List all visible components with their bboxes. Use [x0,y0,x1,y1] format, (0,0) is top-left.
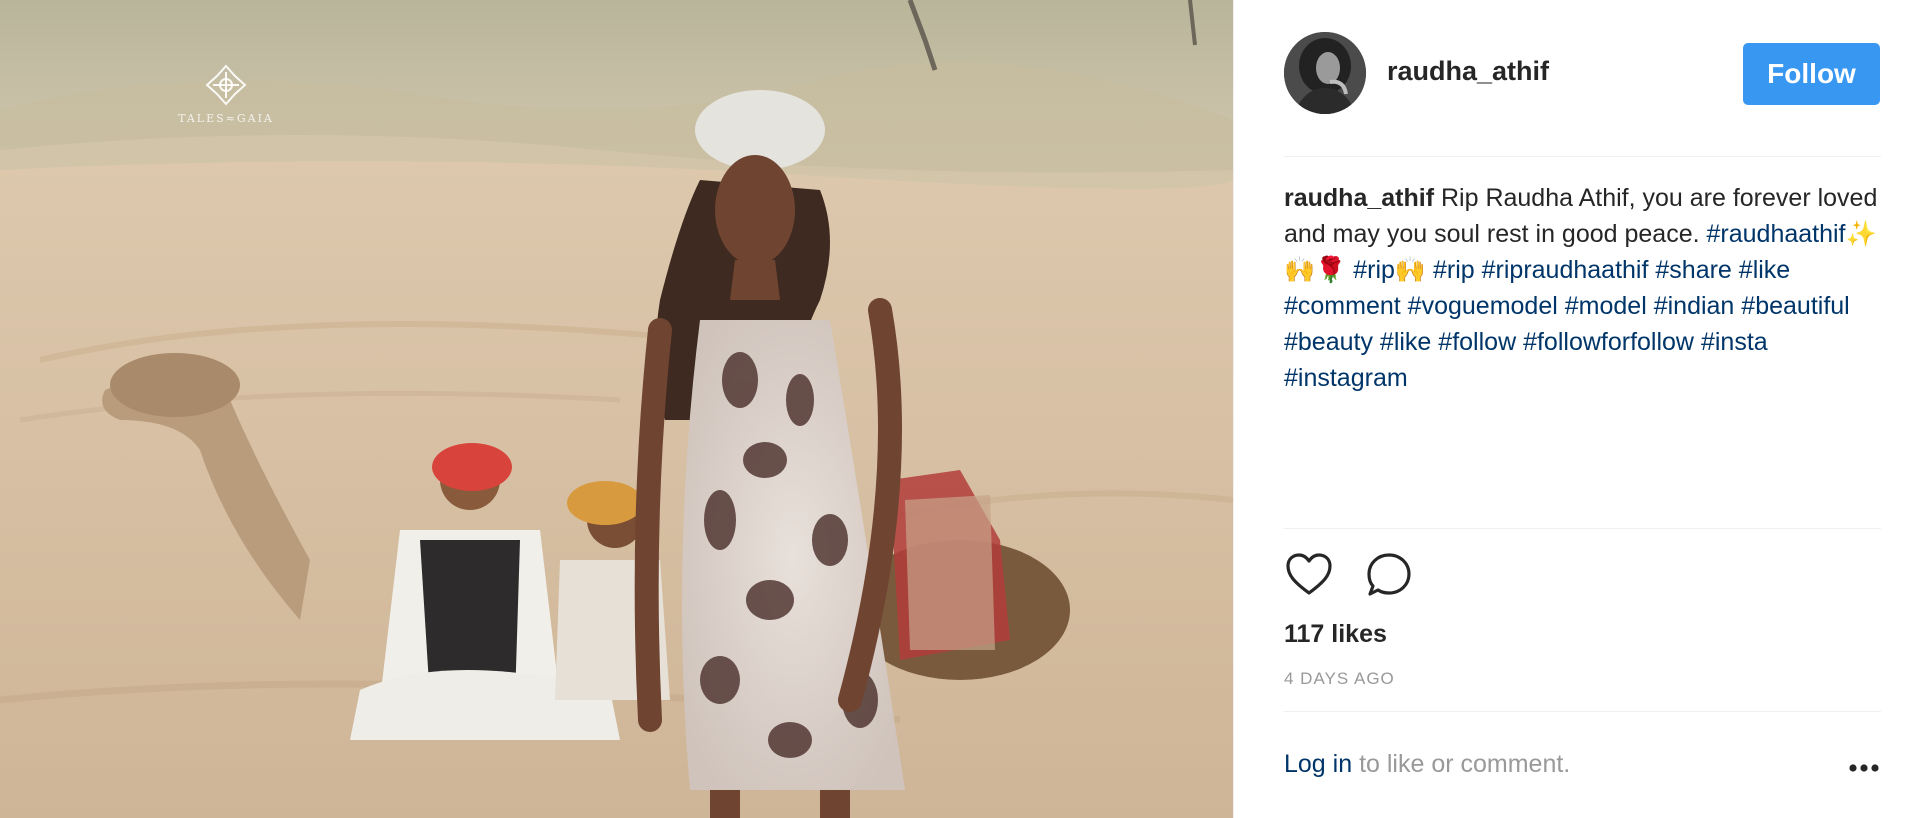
post-photo[interactable]: TALES≈GAIA [0,0,1233,818]
watermark-logo-icon [205,64,247,106]
more-options-icon[interactable] [1848,762,1880,774]
likes-count[interactable]: 117 likes [1284,620,1387,649]
caption-username[interactable]: raudha_athif [1284,184,1434,212]
hashtag-link[interactable]: #like [1380,328,1431,356]
hashtag-link[interactable]: #like [1739,256,1790,284]
post-caption: raudha_athif Rip Raudha Athif, you are f… [1284,180,1881,396]
profile-avatar[interactable] [1284,32,1366,114]
heart-icon[interactable] [1284,550,1334,600]
hashtag-link[interactable]: #comment [1284,292,1401,320]
post-actions [1284,550,1440,600]
hashtag-link[interactable]: #indian [1654,292,1735,320]
comment-icon[interactable] [1364,550,1414,600]
hashtag-link[interactable]: #beautiful [1741,292,1849,320]
login-prompt: Log in to like or comment. [1284,750,1881,779]
hashtag-link[interactable]: #instagram [1284,364,1408,392]
login-link[interactable]: Log in [1284,750,1352,778]
hashtag-link[interactable]: #model [1565,292,1647,320]
hashtag-link[interactable]: #insta [1701,328,1768,356]
follow-button[interactable]: Follow [1743,43,1880,105]
post-username[interactable]: raudha_athif [1387,56,1549,87]
footer-divider [1284,711,1881,712]
header-divider [1284,156,1881,157]
hashtag-link[interactable]: #rip🙌 [1353,256,1426,284]
caption-divider [1284,528,1881,529]
watermark-text: TALES≈GAIA [178,112,274,125]
login-suffix: to like or comment. [1352,750,1571,778]
instagram-post-page: TALES≈GAIA raudha_athif Follow raudha_at… [0,0,1920,818]
post-timestamp: 4 DAYS AGO [1284,669,1395,688]
hashtag-link[interactable]: #ripraudhaathif [1482,256,1649,284]
hashtag-link[interactable]: #share [1655,256,1731,284]
avatar-image [1284,32,1366,114]
photo-watermark: TALES≈GAIA [176,62,276,125]
hashtag-link[interactable]: #follow [1438,328,1516,356]
hashtag-link[interactable]: #beauty [1284,328,1373,356]
post-side-panel: raudha_athif Follow raudha_athif Rip Rau… [1233,0,1920,818]
hashtag-link[interactable]: #voguemodel [1408,292,1558,320]
hashtag-link[interactable]: #followforfollow [1523,328,1694,356]
hashtag-link[interactable]: #rip [1433,256,1475,284]
